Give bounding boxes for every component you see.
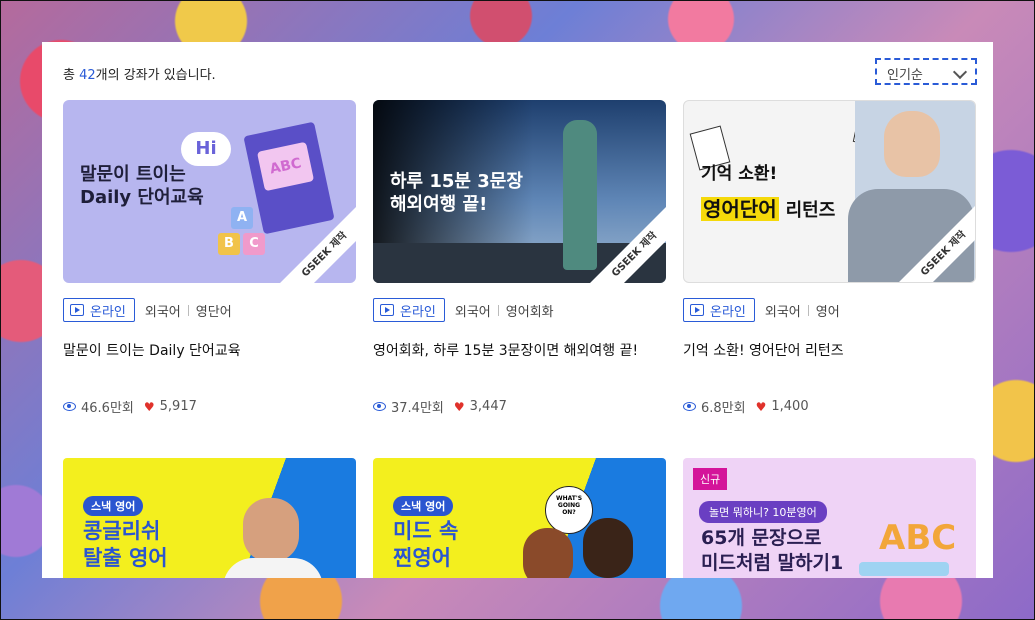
program-pill: 놀면 뭐하니? 10분영어	[699, 501, 827, 523]
course-card[interactable]: 스낵 영어 미드 속 찐영어 WHAT'S GOING ON?	[373, 458, 666, 578]
course-thumbnail[interactable]: 기억 소환! 영어단어 리턴즈 GSEEK 제작	[683, 100, 976, 283]
category-primary: 외국어	[764, 304, 801, 320]
thumbnail-title-2: 영어단어	[701, 197, 779, 221]
category-secondary: 영어회화	[505, 304, 554, 320]
instructor-face	[884, 111, 940, 177]
course-card[interactable]: 하루 15분 3문장 해외여행 끝! GSEEK 제작 온라인 외국어 영어회화…	[373, 100, 666, 416]
online-badge: 온라인	[373, 298, 445, 322]
course-stats: 37.4만회 ♥ 3,447	[373, 397, 507, 416]
course-thumbnail[interactable]: 스낵 영어 콩글리쉬 탈출 영어	[63, 458, 356, 578]
category-primary: 외국어	[144, 304, 181, 320]
play-icon	[70, 304, 84, 316]
course-thumbnail[interactable]: 신규 놀면 뭐하니? 10분영어 65개 문장으로 미드처럼 말하기1 ABC	[683, 458, 976, 578]
person-illustration	[523, 528, 573, 578]
like-count: 3,447	[469, 399, 507, 414]
statue-of-liberty	[563, 120, 597, 270]
course-thumbnail[interactable]: 말문이 트이는 Daily 단어교육 Hi ABC A B C GSEEK 제작	[63, 100, 356, 283]
like-count: 5,917	[159, 399, 197, 414]
eye-icon	[683, 402, 696, 411]
course-count-number: 42	[79, 68, 96, 83]
eye-icon	[373, 402, 386, 411]
category-secondary: 영어	[815, 304, 840, 320]
person-illustration	[243, 498, 299, 562]
thumbnail-title: 65개 문장으로 미드처럼 말하기1	[701, 527, 844, 574]
block-a: A	[231, 207, 253, 229]
sort-dropdown[interactable]: 인기순	[875, 58, 977, 85]
snack-english-tag: 스낵 영어	[393, 496, 454, 516]
thumbnail-title: 콩글리쉬 탈출 영어	[83, 519, 168, 571]
view-count: 46.6만회	[81, 401, 134, 416]
course-meta: 온라인 외국어 영어회화	[373, 297, 554, 323]
course-card[interactable]: 기억 소환! 영어단어 리턴즈 GSEEK 제작 온라인 외국어 영어 기억 소…	[683, 100, 976, 416]
view-count: 6.8만회	[701, 401, 746, 416]
play-icon	[690, 304, 704, 316]
view-count: 37.4만회	[391, 401, 444, 416]
course-count: 총 42개의 강좌가 있습니다.	[63, 68, 216, 83]
block-b: B	[218, 233, 240, 255]
chevron-down-icon	[952, 64, 968, 80]
category-secondary: 영단어	[195, 304, 232, 320]
course-title[interactable]: 영어회화, 하루 15분 3문장이면 해외여행 끝!	[373, 340, 638, 360]
block-c: C	[243, 233, 265, 255]
course-thumbnail[interactable]: 스낵 영어 미드 속 찐영어 WHAT'S GOING ON?	[373, 458, 666, 578]
course-list-panel: 총 42개의 강좌가 있습니다. 인기순 말문이 트이는 Daily 단어교육 …	[42, 42, 993, 578]
divider	[807, 304, 809, 316]
thumbnail-title: 하루 15분 3문장 해외여행 끝!	[390, 171, 523, 216]
online-badge: 온라인	[683, 298, 755, 322]
course-title[interactable]: 말문이 트이는 Daily 단어교육	[63, 340, 241, 360]
heart-icon: ♥	[143, 399, 155, 414]
open-book-illustration	[859, 562, 949, 576]
course-meta: 온라인 외국어 영단어	[63, 297, 232, 323]
thumbnail-title-1: 기억 소환!	[701, 164, 778, 184]
course-stats: 6.8만회 ♥ 1,400	[683, 397, 809, 416]
book-illustration: ABC	[243, 121, 335, 235]
divider	[497, 304, 499, 316]
new-tag: 신규	[693, 468, 728, 490]
thumbnail-title: 미드 속 찐영어	[393, 519, 459, 571]
speech-bubble: Hi	[181, 132, 231, 166]
course-meta: 온라인 외국어 영어	[683, 297, 840, 323]
thumbnail-title: 말문이 트이는 Daily 단어교육	[80, 164, 204, 209]
speech-bubble: WHAT'S GOING ON?	[545, 486, 593, 534]
play-icon	[380, 304, 394, 316]
course-stats: 46.6만회 ♥ 5,917	[63, 397, 197, 416]
person-illustration	[583, 518, 633, 578]
course-card[interactable]: 스낵 영어 콩글리쉬 탈출 영어	[63, 458, 356, 578]
course-card[interactable]: 신규 놀면 뭐하니? 10분영어 65개 문장으로 미드처럼 말하기1 ABC	[683, 458, 976, 578]
category-primary: 외국어	[454, 304, 491, 320]
course-thumbnail[interactable]: 하루 15분 3문장 해외여행 끝! GSEEK 제작	[373, 100, 666, 283]
course-card[interactable]: 말문이 트이는 Daily 단어교육 Hi ABC A B C GSEEK 제작…	[63, 100, 356, 416]
heart-icon: ♥	[453, 399, 465, 414]
snack-english-tag: 스낵 영어	[83, 496, 144, 516]
thumbnail-title-3: 리턴즈	[785, 200, 836, 221]
course-title[interactable]: 기억 소환! 영어단어 리턴즈	[683, 340, 844, 360]
divider	[187, 304, 189, 316]
eye-icon	[63, 402, 76, 411]
like-count: 1,400	[771, 399, 809, 414]
heart-icon: ♥	[755, 399, 767, 414]
abc-illustration: ABC	[879, 518, 957, 558]
online-badge: 온라인	[63, 298, 135, 322]
sort-label: 인기순	[887, 68, 923, 83]
